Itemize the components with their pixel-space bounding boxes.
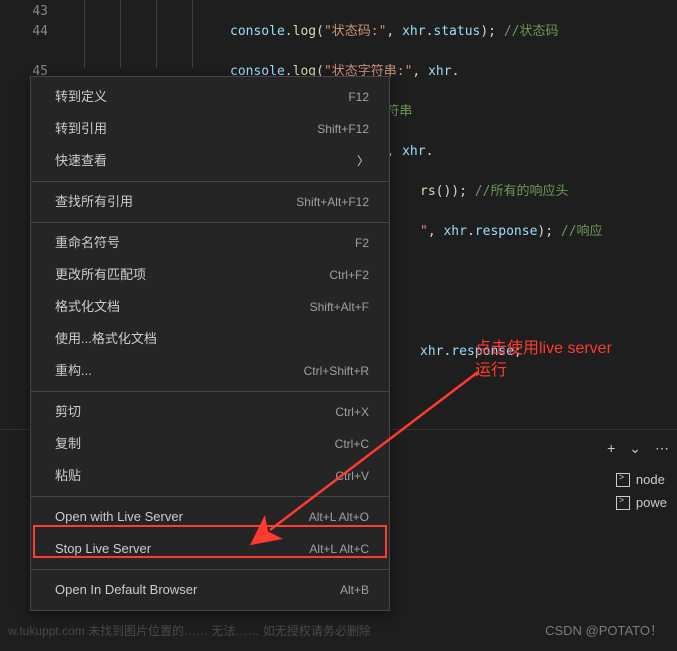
indent-guide — [192, 0, 193, 68]
chevron-right-icon: 〉 — [357, 150, 369, 172]
menu-paste[interactable]: 粘贴Ctrl+V — [31, 460, 389, 492]
menu-open-in-default-browser[interactable]: Open In Default BrowserAlt+B — [31, 574, 389, 606]
menu-separator — [31, 496, 389, 497]
terminal-icon — [616, 473, 630, 487]
context-menu: 转到定义F12 转到引用Shift+F12 快速查看〉 查找所有引用Shift+… — [30, 76, 390, 611]
menu-open-with-live-server[interactable]: Open with Live ServerAlt+L Alt+O — [31, 501, 389, 533]
menu-format-document[interactable]: 格式化文档Shift+Alt+F — [31, 291, 389, 323]
menu-format-with[interactable]: 使用...格式化文档 — [31, 323, 389, 355]
menu-stop-live-server[interactable]: Stop Live ServerAlt+L Alt+C — [31, 533, 389, 565]
watermark-text: CSDN @POTATO！ — [545, 620, 663, 639]
menu-rename-symbol[interactable]: 重命名符号F2 — [31, 227, 389, 259]
menu-cut[interactable]: 剪切Ctrl+X — [31, 396, 389, 428]
menu-separator — [31, 391, 389, 392]
line-number: 44 — [0, 22, 70, 42]
terminal-tabs: node powe — [606, 468, 677, 514]
annotation-text: 点击使用live server 运行 — [475, 338, 612, 382]
menu-refactor[interactable]: 重构...Ctrl+Shift+R — [31, 355, 389, 387]
menu-separator — [31, 569, 389, 570]
indent-guide — [156, 0, 157, 68]
line-number: 43 — [0, 2, 70, 22]
menu-peek[interactable]: 快速查看〉 — [31, 145, 389, 177]
more-icon[interactable]: ⋯ — [655, 440, 669, 457]
menu-find-all-references[interactable]: 查找所有引用Shift+Alt+F12 — [31, 186, 389, 218]
indent-guide — [84, 0, 85, 68]
menu-goto-references[interactable]: 转到引用Shift+F12 — [31, 113, 389, 145]
terminal-icon — [616, 496, 630, 510]
terminal-tab-powershell[interactable]: powe — [606, 491, 677, 514]
indent-guide — [120, 0, 121, 68]
watermark-text-left: w.tukuppt.com 未找到图片位置的…… 无法…… 如无授权请务必删除 — [8, 622, 371, 639]
menu-separator — [31, 181, 389, 182]
menu-copy[interactable]: 复制Ctrl+C — [31, 428, 389, 460]
new-terminal-button[interactable]: + — [607, 440, 615, 456]
menu-goto-definition[interactable]: 转到定义F12 — [31, 81, 389, 113]
menu-separator — [31, 222, 389, 223]
terminal-tab-node[interactable]: node — [606, 468, 677, 491]
chevron-down-icon[interactable]: ⌄ — [629, 440, 641, 457]
menu-change-all-occurrences[interactable]: 更改所有匹配项Ctrl+F2 — [31, 259, 389, 291]
